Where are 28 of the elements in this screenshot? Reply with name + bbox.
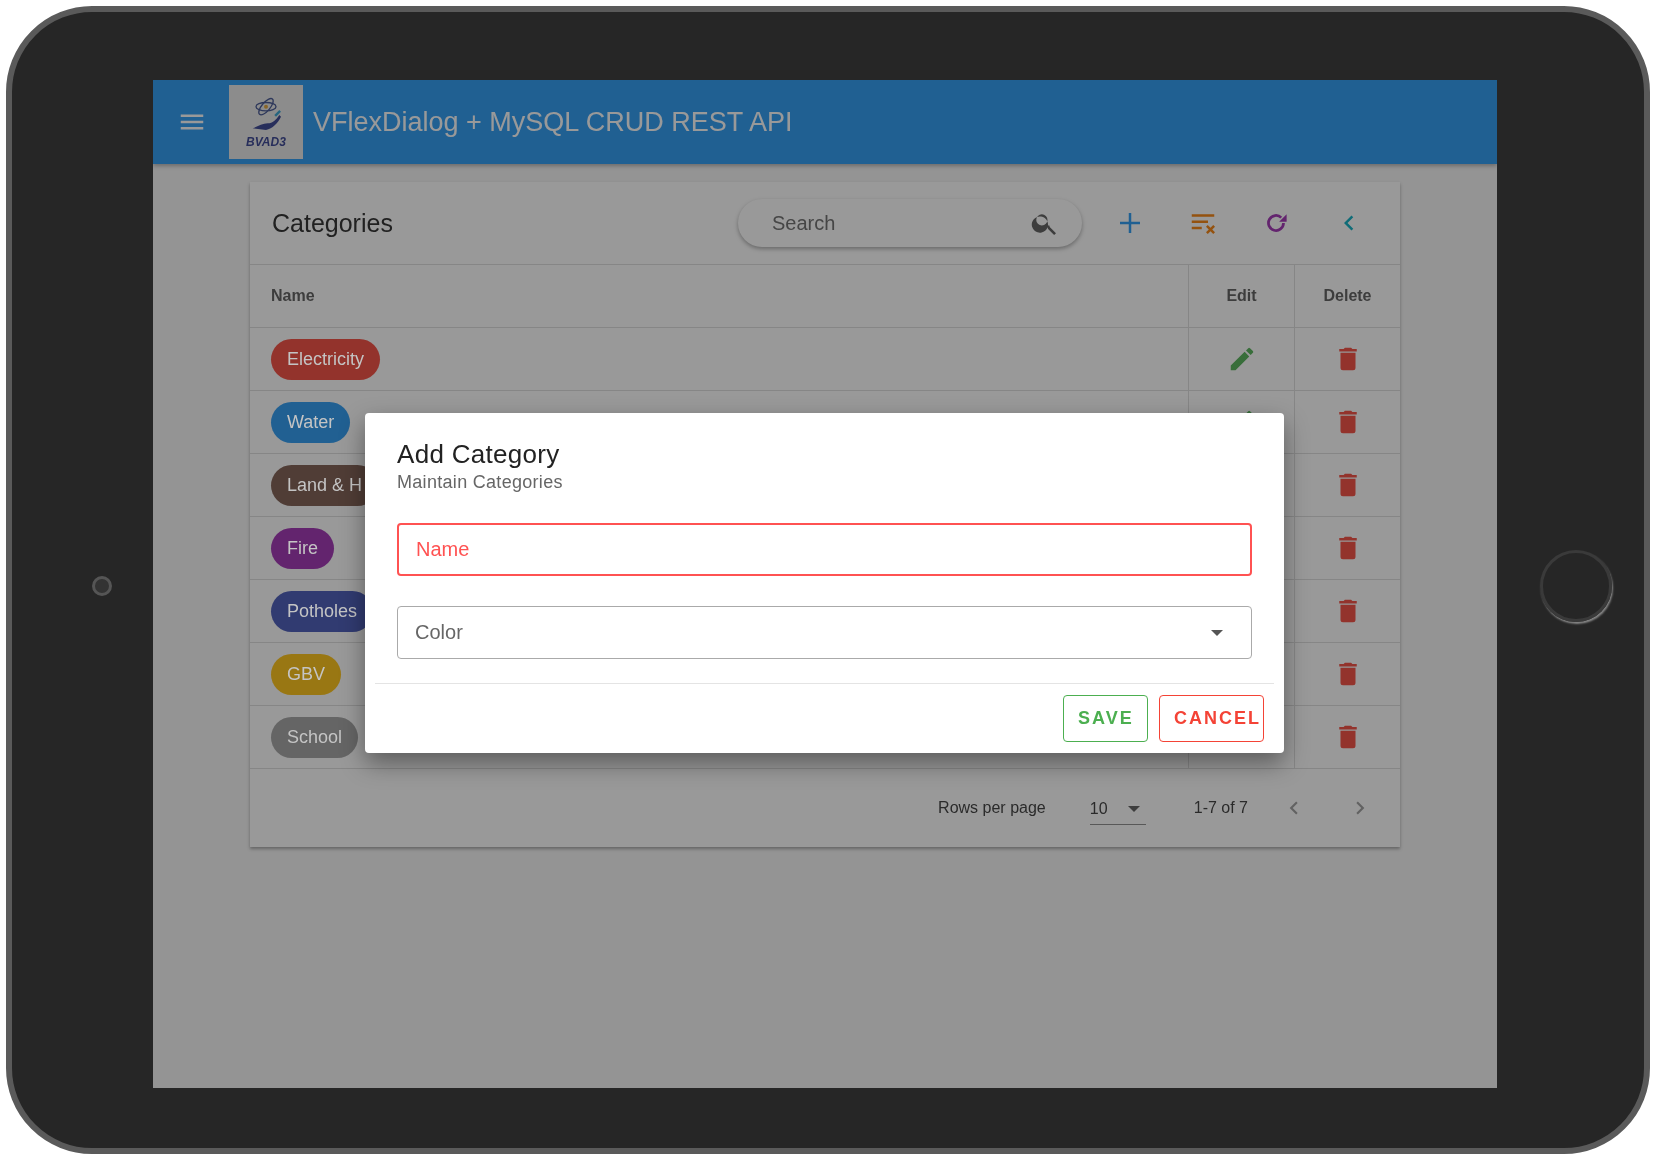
caret-icon — [1127, 805, 1140, 812]
page-range: 1-7 of 7 — [1193, 799, 1248, 817]
color-input[interactable]: Color — [413, 620, 1211, 645]
column-header[interactable]: Edit — [1226, 287, 1257, 305]
color-select[interactable]: Color — [397, 606, 1252, 659]
rows-per-page-label: Rows per page — [938, 799, 1046, 817]
rows-per-page-select[interactable]: 10 — [1089, 791, 1146, 825]
category-chip: Electricity — [271, 338, 380, 380]
dialog-title: Add Category — [397, 439, 561, 470]
name-input[interactable]: Name — [414, 537, 1230, 562]
column-header[interactable]: Name — [271, 287, 315, 305]
search-input[interactable]: Search — [770, 210, 1030, 236]
dialog-subtitle: Maintain Categories — [397, 472, 564, 493]
card-title: Categories — [272, 208, 394, 238]
category-chip: Fire — [271, 527, 334, 569]
search-field[interactable]: Search — [738, 199, 1082, 247]
category-chip: GBV — [271, 653, 341, 695]
category-chip: School — [271, 716, 359, 758]
cancel-button[interactable]: CANCEL — [1159, 695, 1264, 742]
app-title: VFlexDialog + MySQL CRUD REST API — [313, 106, 793, 138]
rows-per-page-value: 10 — [1089, 799, 1108, 818]
save-button[interactable]: SAVE — [1063, 695, 1148, 742]
column-header[interactable]: Delete — [1323, 287, 1372, 305]
category-chip: Water — [271, 401, 351, 443]
caret-icon — [1211, 629, 1223, 636]
camera-dot — [92, 576, 112, 596]
logo-text: BVAD3 — [246, 135, 286, 149]
name-field[interactable]: Name — [397, 523, 1252, 576]
